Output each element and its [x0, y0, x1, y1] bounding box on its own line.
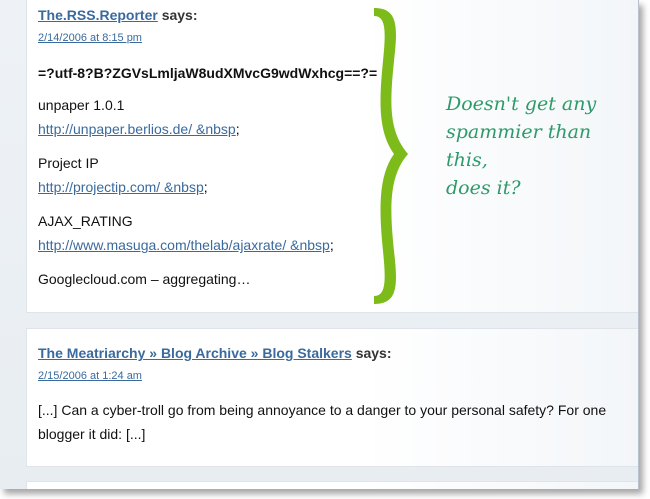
annotation-line: spammier than this,: [446, 121, 592, 171]
comment-last-line: Googlecloud.com – aggregating…: [38, 271, 251, 287]
says-label: says:: [157, 7, 198, 23]
screenshot-frame: The.RSS.Reporter says: 2/14/2006 at 8:15…: [0, 0, 639, 489]
comment-date-link[interactable]: 2/14/2006 at 8:15 pm: [38, 32, 142, 44]
comment-body: [...] Can a cyber-troll go from being an…: [38, 402, 607, 442]
item-link-line: http://unpaper.berlios.de/ &nbsp;: [38, 121, 240, 137]
item-link-line: http://www.masuga.com/thelab/ajaxrate/ &…: [38, 237, 334, 253]
comment-3: [26, 481, 638, 489]
comment-2: The Meatriarchy » Blog Archive » Blog St…: [26, 328, 638, 467]
comment-author-link[interactable]: The Meatriarchy » Blog Archive » Blog St…: [38, 345, 352, 361]
item-link[interactable]: http://www.masuga.com/thelab/ajaxrate/ &…: [38, 237, 330, 253]
item-link-line: http://projectip.com/ &nbsp;: [38, 179, 208, 195]
annotation-line: Doesn't get any: [446, 93, 597, 115]
curly-brace-shape: [374, 8, 408, 304]
item-label: unpaper 1.0.1: [38, 97, 125, 113]
comment-author-link[interactable]: The.RSS.Reporter: [38, 7, 158, 23]
comment-author-line: The Meatriarchy » Blog Archive » Blog St…: [38, 345, 392, 361]
item-link[interactable]: http://unpaper.berlios.de/ &nbsp: [38, 121, 236, 137]
annotation-line: does it?: [446, 177, 521, 199]
item-link[interactable]: http://projectip.com/ &nbsp: [38, 179, 204, 195]
handwritten-annotation: Doesn't get any spammier than this, does…: [446, 90, 636, 202]
comment-date-link[interactable]: 2/15/2006 at 1:24 am: [38, 370, 142, 382]
curly-brace-icon: [374, 8, 408, 304]
comment-subject: =?utf-8?B?ZGVsLmljaW8udXMvcG9wdWxhcg==?=: [38, 65, 378, 81]
item-link-suffix: ;: [235, 121, 240, 137]
item-link-suffix: ;: [203, 179, 208, 195]
item-label: AJAX_RATING: [38, 213, 133, 229]
item-link-suffix: ;: [329, 237, 334, 253]
item-label: Project IP: [38, 155, 99, 171]
says-label: says:: [351, 345, 392, 361]
comment-author-line: The.RSS.Reporter says:: [38, 7, 198, 23]
